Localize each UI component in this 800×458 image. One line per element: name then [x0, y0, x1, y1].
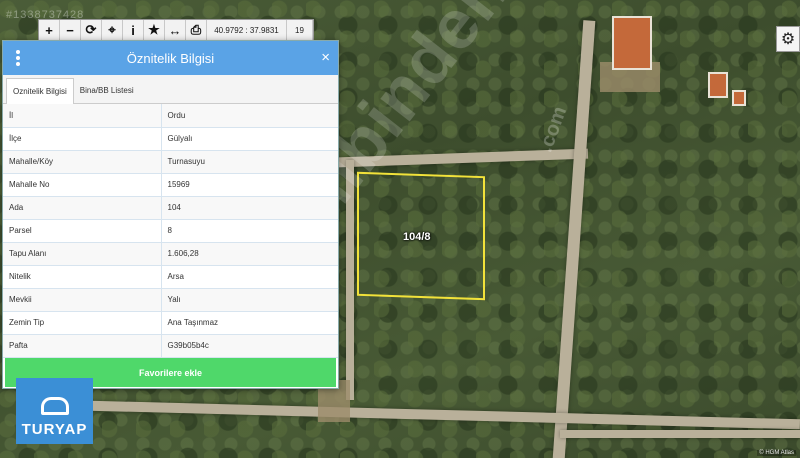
refresh-icon[interactable]: ⟳ [81, 20, 102, 40]
attribute-row: Parsel 8 [3, 219, 338, 243]
attribute-value: 104 [161, 196, 338, 220]
attribute-row: Zemin Tip Ana Taşınmaz [3, 311, 338, 335]
favorite-star-icon[interactable]: ★ [144, 20, 165, 40]
attribute-value: Yalı [161, 288, 338, 312]
attribute-value: Arsa [161, 265, 338, 289]
settings-gear-icon[interactable]: ⚙ [776, 26, 800, 52]
panel-header: Öznitelik Bilgisi × [3, 41, 338, 75]
attribute-value: 1.606,28 [161, 242, 338, 266]
measure-icon[interactable]: ↔ [165, 20, 186, 40]
parcel-label: 104/8 [403, 231, 431, 243]
attribute-row: Nitelik Arsa [3, 265, 338, 289]
attribute-key: Nitelik [3, 265, 162, 289]
road-horizontal-bottom [89, 400, 800, 430]
attribute-value: 8 [161, 219, 338, 243]
panel-title: Öznitelik Bilgisi [126, 50, 215, 66]
attribute-value: Ordu [161, 104, 338, 128]
menu-dots-icon[interactable] [15, 50, 21, 66]
attribute-key: Pafta [3, 334, 162, 358]
attribute-row: Ada 104 [3, 196, 338, 220]
attribute-key: Parsel [3, 219, 162, 243]
tab-attribute-info[interactable]: Oznitelik Bilgisi [6, 78, 74, 104]
map-attribution: © HGM Atlas [757, 450, 796, 456]
attribute-row: İlçe Gülyalı [3, 127, 338, 151]
tab-building-list[interactable]: Bina/BB Listesi [74, 77, 140, 103]
attribute-panel: Öznitelik Bilgisi × Oznitelik Bilgisi Bi… [2, 40, 339, 389]
logo-text: TURYAP [21, 421, 88, 438]
building [612, 16, 652, 70]
turyap-logo: TURYAP [16, 378, 93, 444]
attribute-row: İl Ordu [3, 104, 338, 128]
map-toolbar: + − ⟳ ⌖ i ★ ↔ ⎙ 40.9792 : 37.9831 19 [38, 19, 314, 41]
attribute-key: Zemin Tip [3, 311, 162, 335]
logo-mark-icon [40, 397, 69, 415]
attribute-key: Tapu Alanı [3, 242, 162, 266]
info-icon[interactable]: i [123, 20, 144, 40]
attribute-value: Turnasuyu [161, 150, 338, 174]
attribute-value: Gülyalı [161, 127, 338, 151]
attribute-key: İlçe [3, 127, 162, 151]
attribute-key: Mahalle No [3, 173, 162, 197]
attribute-key: Mevkii [3, 288, 162, 312]
attribute-key: Mahalle/Köy [3, 150, 162, 174]
road-vertical-right [552, 20, 596, 458]
locate-icon[interactable]: ⌖ [102, 20, 123, 40]
attribute-key: Ada [3, 196, 162, 220]
attribute-row: Mahalle/Köy Turnasuyu [3, 150, 338, 174]
building [732, 90, 746, 106]
print-icon[interactable]: ⎙ [186, 20, 207, 40]
attribute-row: Pafta G39b05b4c [3, 334, 338, 358]
attribute-row: Mahalle No 15969 [3, 173, 338, 197]
panel-tabs: Oznitelik Bilgisi Bina/BB Listesi [3, 75, 338, 104]
attribute-value: Ana Taşınmaz [161, 311, 338, 335]
attribute-key: İl [3, 104, 162, 128]
zoom-in-icon[interactable]: + [39, 20, 60, 40]
zoom-out-icon[interactable]: − [60, 20, 81, 40]
attribute-row: Mevkii Yalı [3, 288, 338, 312]
building [708, 72, 728, 98]
road-bottom-right [560, 430, 800, 438]
zoom-level: 19 [287, 20, 313, 40]
attribute-table: İl Ordu İlçe Gülyalı Mahalle/Köy Turnasuyu Mah… [3, 104, 338, 358]
attribute-value: 15969 [161, 173, 338, 197]
attribute-row: Tapu Alanı 1.606,28 [3, 242, 338, 266]
attribute-value: G39b05b4c [161, 334, 338, 358]
coordinate-readout: 40.9792 : 37.9831 [207, 20, 287, 40]
watermark-suffix: .com [534, 103, 572, 156]
close-icon[interactable]: × [321, 49, 330, 66]
